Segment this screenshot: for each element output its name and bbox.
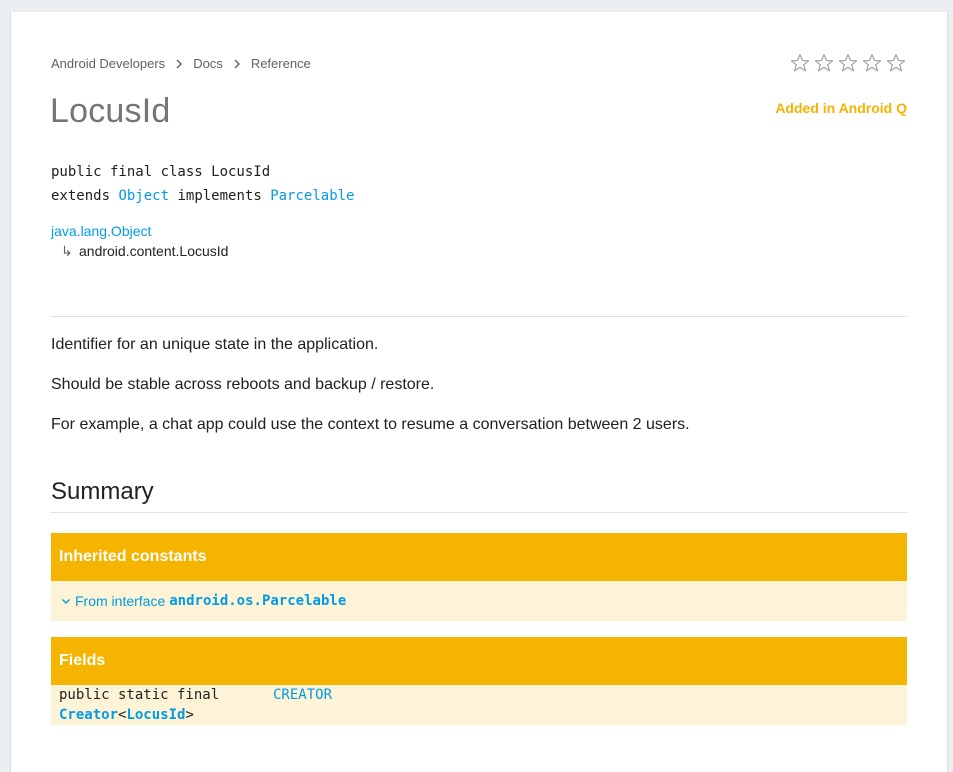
star-icon[interactable] [837,52,859,74]
class-description: Identifier for an unique state in the ap… [51,334,907,454]
api-level-badge: Added in Android Q [775,100,907,116]
chevron-right-icon [233,59,241,69]
summary-divider [51,512,907,513]
chevron-down-icon[interactable] [59,594,73,608]
star-icon[interactable] [861,52,883,74]
field-name-cell: CREATOR [273,685,332,725]
inherited-interface-row[interactable]: From interface android.os.Parcelable [51,581,907,621]
object-link[interactable]: Object [118,188,169,204]
chevron-right-icon [175,59,183,69]
star-icon[interactable] [789,52,811,74]
fields-header: Fields [51,637,907,685]
generic-close: > [185,707,194,723]
description-paragraph: For example, a chat app could use the co… [51,416,690,433]
star-icon[interactable] [885,52,907,74]
locusid-type-link[interactable]: LocusId [126,707,185,723]
creator-type-link[interactable]: Creator [59,707,118,723]
parent-class-link[interactable]: java.lang.Object [51,223,151,239]
class-declaration: public final class LocusId extends Objec… [51,160,355,208]
description-paragraph: Should be stable across reboots and back… [51,376,435,393]
inherited-constants-table: Inherited constants From interface andro… [51,533,907,621]
implements-keyword: implements [177,188,262,204]
star-icon[interactable] [813,52,835,74]
child-class-row: ↳ android.content.LocusId [51,241,228,261]
creator-field-link[interactable]: CREATOR [273,687,332,703]
fields-table: Fields public static final Creator<Locus… [51,637,907,725]
field-type: public static final Creator<LocusId> [59,685,273,725]
table-row: public static final Creator<LocusId> CRE… [51,685,907,725]
breadcrumb-android-developers[interactable]: Android Developers [51,56,165,71]
breadcrumb-docs[interactable]: Docs [193,56,223,71]
parcelable-interface-link[interactable]: android.os.Parcelable [169,593,346,609]
subclass-arrow-icon: ↳ [61,243,73,259]
declaration-line: public final class LocusId [51,164,271,180]
declaration-line-2: extends Object implements Parcelable [51,184,355,208]
inherited-constants-header: Inherited constants [51,533,907,581]
content-card: Android Developers Docs Reference LocusI… [11,12,947,772]
extends-keyword: extends [51,188,111,204]
parcelable-link[interactable]: Parcelable [270,188,354,204]
section-divider [51,316,907,317]
star-rating [789,52,907,74]
breadcrumb: Android Developers Docs Reference [51,56,311,71]
inheritance-tree: java.lang.Object ↳ android.content.LocusI… [51,221,228,261]
summary-heading: Summary [51,478,154,505]
child-class-name: android.content.LocusId [79,243,229,259]
description-paragraph: Identifier for an unique state in the ap… [51,336,379,353]
breadcrumb-reference[interactable]: Reference [251,56,311,71]
page-title: LocusId [50,92,171,130]
from-interface-label[interactable]: From interface [75,593,165,609]
field-modifiers: public static final [59,687,220,703]
